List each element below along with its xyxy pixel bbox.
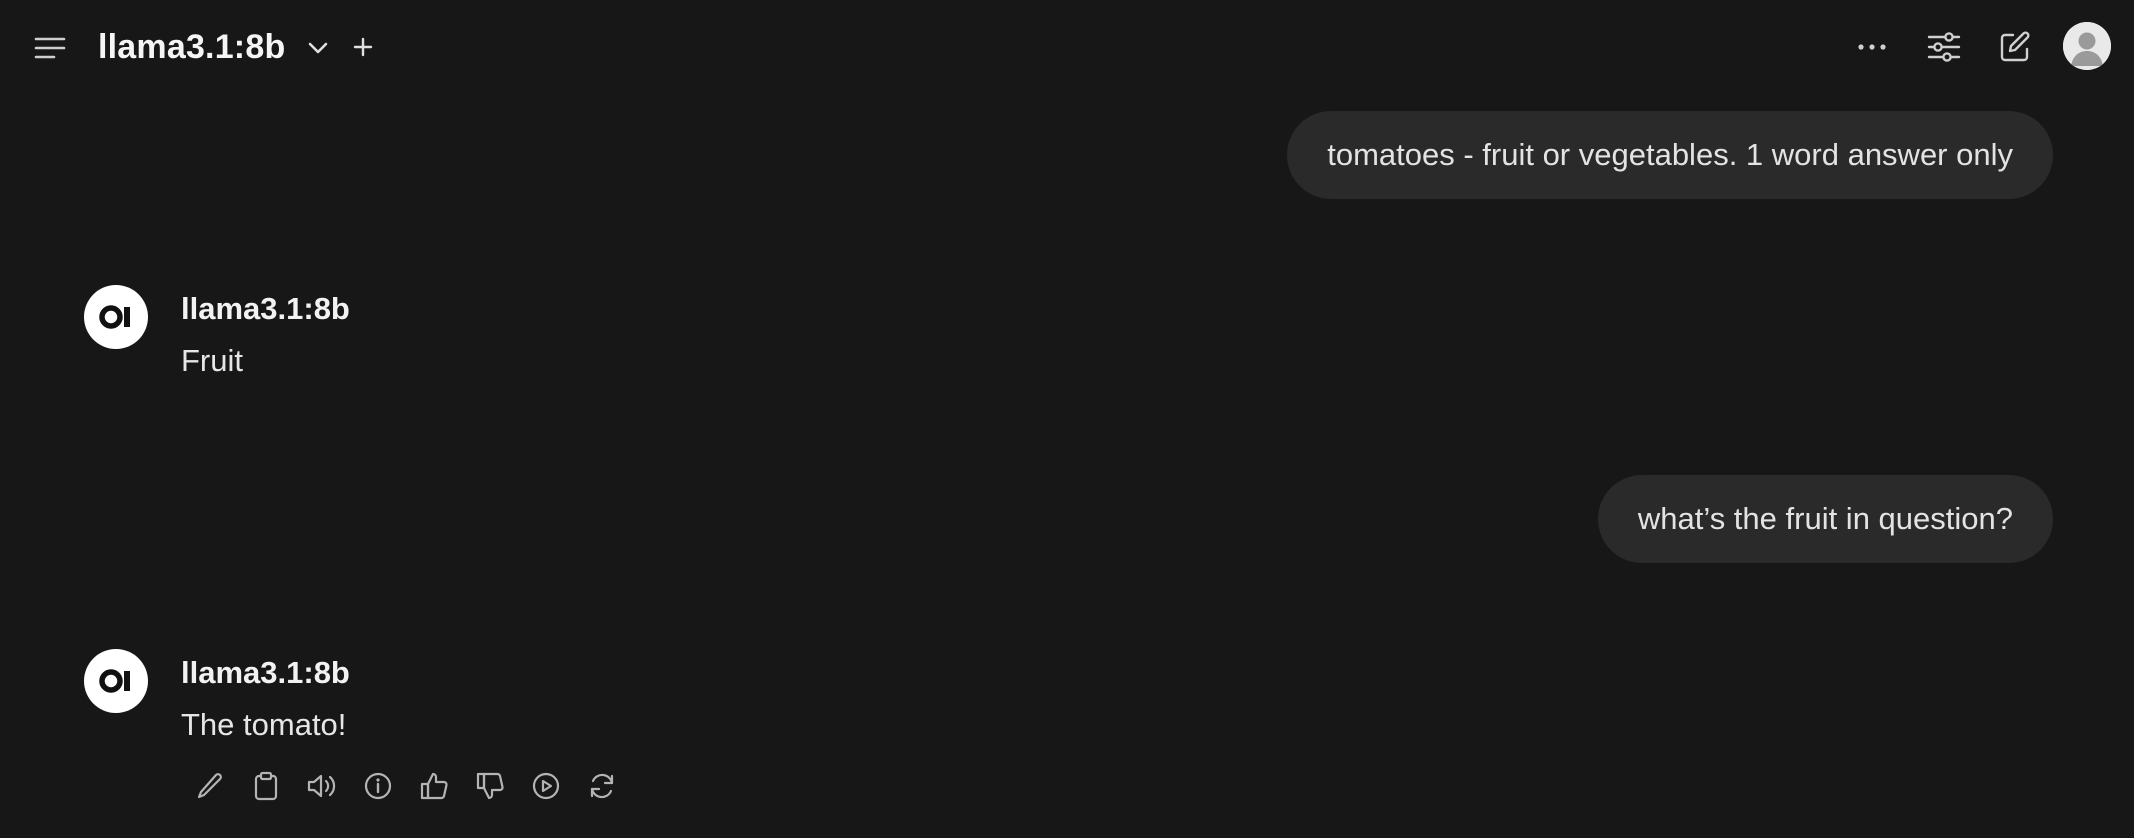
add-model-button[interactable] [344, 28, 382, 66]
assistant-message-text: The tomato! [181, 707, 347, 742]
model-avatar [84, 285, 148, 349]
regenerate-icon [590, 773, 614, 799]
play-circle-icon [532, 772, 560, 800]
openwebui-logo-icon [99, 669, 130, 693]
assistant-message-text: Fruit [181, 343, 243, 378]
good-response-button[interactable] [414, 766, 454, 806]
continue-response-button[interactable] [526, 766, 566, 806]
thumbs-down-icon [476, 772, 504, 800]
clipboard-icon [254, 771, 278, 801]
model-dropdown-button[interactable] [300, 30, 336, 66]
pencil-icon [197, 773, 222, 799]
user-avatar [2063, 22, 2111, 70]
more-horizontal-icon [1858, 44, 1886, 50]
assistant-message: llama3.1:8b Fruit [84, 285, 1884, 385]
more-options-button[interactable] [1851, 26, 1893, 68]
chevron-down-icon [308, 42, 328, 54]
sidebar-toggle-button[interactable] [30, 28, 70, 68]
user-message: tomatoes - fruit or vegetables. 1 word a… [1287, 111, 2053, 199]
sliders-icon [1927, 32, 1961, 62]
thumbs-up-icon [420, 772, 448, 800]
plus-icon [353, 37, 373, 57]
read-aloud-button[interactable] [302, 766, 342, 806]
message-actions-toolbar [190, 766, 638, 806]
user-message-text: what’s the fruit in question? [1637, 501, 2013, 536]
edit-icon [2000, 31, 2030, 62]
new-chat-button[interactable] [1994, 26, 2036, 68]
chat-page: llama3.1:8b tomatoes - fruit or vegetabl… [0, 0, 2134, 838]
model-name: llama3.1:8b [181, 655, 350, 690]
user-message-text: tomatoes - fruit or vegetables. 1 word a… [1327, 137, 2013, 172]
bad-response-button[interactable] [470, 766, 510, 806]
assistant-message: llama3.1:8b The tomato! [84, 649, 1884, 759]
edit-message-button[interactable] [190, 766, 230, 806]
user-avatar-button[interactable] [2063, 22, 2111, 70]
user-message: what’s the fruit in question? [1597, 475, 2053, 563]
openwebui-logo-icon [99, 305, 130, 329]
chat-controls-button[interactable] [1923, 26, 1965, 68]
model-name: llama3.1:8b [181, 291, 350, 326]
regenerate-button[interactable] [582, 766, 622, 806]
top-bar: llama3.1:8b [0, 0, 2134, 94]
generation-info-button[interactable] [358, 766, 398, 806]
model-selector-label[interactable]: llama3.1:8b [98, 22, 285, 72]
menu-icon [34, 37, 66, 59]
copy-button[interactable] [246, 766, 286, 806]
speaker-icon [307, 774, 336, 798]
model-avatar [84, 649, 148, 713]
info-icon [364, 772, 392, 800]
